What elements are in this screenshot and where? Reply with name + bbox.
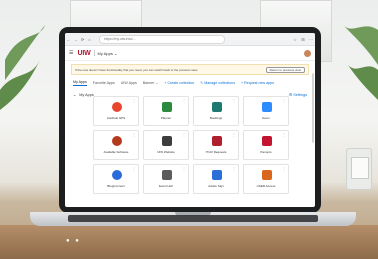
app-tile[interactable]: Adobe Sign ⋮ [193,164,239,194]
app-tile[interactable]: Available Software ⋮ [93,130,139,160]
forward-icon[interactable]: → [72,37,79,42]
tab-banner[interactable]: Banner ⌄ [143,81,159,85]
app-label: Planner [160,116,172,120]
more-options-icon[interactable]: ⋮ [232,98,236,103]
software-icon [112,136,122,146]
desk-clock [346,148,372,190]
app-tile[interactable]: USER Access ⋮ [243,164,289,194]
app-label: USER Access [256,184,276,188]
bookings-icon [212,102,222,112]
app-label: UIW Website [157,150,175,154]
more-options-icon[interactable]: ⋮ [232,166,236,171]
blog-icon [112,170,122,180]
app-tile[interactable]: Zoom ⋮ [243,96,289,126]
keyboard [68,215,318,222]
video-icon [262,102,272,112]
plant-right [343,25,378,100]
app-tile[interactable]: Panopto ⋮ [243,130,289,160]
avatar[interactable] [304,49,311,57]
more-options-icon[interactable]: ⋮ [282,132,286,137]
app-label: Cardinal GPS [106,116,126,120]
plant-left [0,25,45,110]
more-options-icon[interactable]: ⋮ [232,132,236,137]
create-collection-button[interactable]: + Create collection [164,81,194,85]
more-options-icon[interactable]: ⋮ [282,98,286,103]
website-icon [162,136,172,146]
manage-collections-button[interactable]: ✎ Manage collections [200,81,235,85]
sign-icon [212,170,222,180]
more-options-icon[interactable]: ⋮ [182,132,186,137]
page-dots: ● ● [66,238,81,244]
app-label: Adobe Sign [208,184,224,188]
app-tile[interactable]: Cardinal GPS ⋮ [93,96,139,126]
app-label: Panopto [260,150,272,154]
browser-toolbar: ← → ⟳ ⌂ https://my.uiw.edu/... ☆ ⊞ ⋯ [65,33,315,46]
home-icon[interactable]: ⌂ [86,37,93,42]
app-tile[interactable]: Bookings ⋮ [193,96,239,126]
hamburger-icon[interactable]: ☰ [69,50,73,56]
request-new-apps-button[interactable]: + Request new apps [241,81,274,85]
browser-window: ← → ⟳ ⌂ https://my.uiw.edu/... ☆ ⊞ ⋯ ☰ U… [65,33,315,207]
tab-favorite-apps[interactable]: Favorite Apps [93,81,115,85]
app-label: BlogConnect [107,184,125,188]
app-tile[interactable]: Planner ⋮ [143,96,189,126]
uiw-logo[interactable]: UIW [77,50,90,57]
app-label: Zoom [262,116,270,120]
requests-icon [212,136,222,146]
event-icon [162,170,172,180]
app-tile[interactable]: Event Hub ⋮ [143,164,189,194]
more-options-icon[interactable]: ⋮ [282,166,286,171]
url-text: https://my.uiw.edu/... [104,37,136,41]
tab-my-apps[interactable]: My Apps [73,80,87,86]
address-bar[interactable]: https://my.uiw.edu/... [99,34,225,44]
more-options-icon[interactable]: ⋮ [132,98,136,103]
wooden-table [0,225,378,259]
more-options-icon[interactable]: ⋮ [182,98,186,103]
app-tile[interactable]: UIW Website ⋮ [143,130,189,160]
more-options-icon[interactable]: ⋮ [182,166,186,171]
tab-bar: My Apps Favorite Apps UIW Apps Banner ⌄ … [65,75,315,88]
app-grid: Cardinal GPS ⋮ Planner ⋮ Bookings ⋮ Zoom ⋮ Avail… [93,96,291,194]
planner-icon [162,102,172,112]
app-label: IT/AV Requests [205,150,227,154]
scrollbar[interactable] [312,73,314,143]
app-label: Event Hub [158,184,173,188]
app-tile[interactable]: BlogConnect ⋮ [93,164,139,194]
section-title: My Apps [79,92,94,97]
settings-button[interactable]: ⚙ Settings [289,92,307,97]
tab-uiw-apps[interactable]: UIW Apps [121,81,137,85]
user-icon [262,170,272,180]
reload-icon[interactable]: ⟳ [79,37,86,42]
back-icon[interactable]: ← [65,37,72,42]
app-header: ☰ UIW My Apps ⌄ [65,46,315,61]
divider [93,50,95,56]
app-tile[interactable]: IT/AV Requests ⋮ [193,130,239,160]
app-label: Available Software [103,150,129,154]
favorite-icon[interactable]: ☆ [291,37,299,42]
menu-icon[interactable]: ⋯ [307,37,315,42]
extensions-icon[interactable]: ⊞ [299,37,307,42]
more-options-icon[interactable]: ⋮ [132,132,136,137]
app-label: Bookings [209,116,223,120]
info-banner: If the new doesn't have functionality th… [71,64,309,75]
chevron-down-icon[interactable]: ⌄ [73,92,76,97]
return-previous-view-button[interactable]: Return to previous view [265,66,305,73]
page-title[interactable]: My Apps ⌄ [98,51,118,56]
banner-text: If the new doesn't have functionality th… [75,67,198,72]
laptop-screen: ← → ⟳ ⌂ https://my.uiw.edu/... ☆ ⊞ ⋯ ☰ U… [59,27,321,213]
play-icon [262,136,272,146]
target-icon [112,102,122,112]
more-options-icon[interactable]: ⋮ [132,166,136,171]
